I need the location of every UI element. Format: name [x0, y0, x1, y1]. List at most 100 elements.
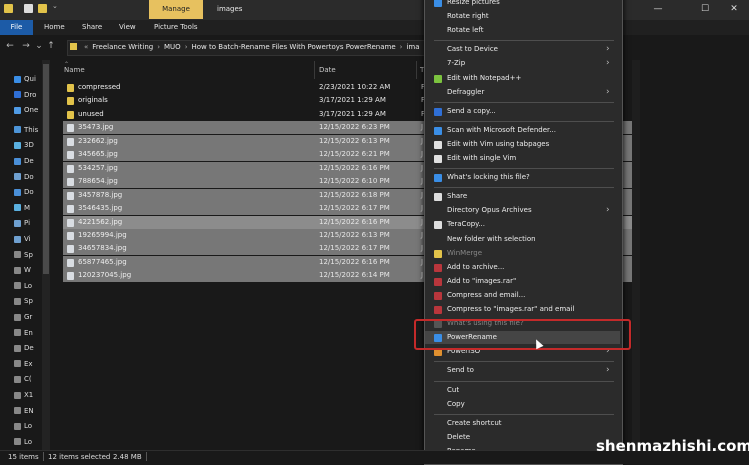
menu-item-send-to[interactable]: Send to › — [425, 364, 620, 377]
nav-item-label: Pi — [24, 219, 31, 228]
nav-item[interactable]: Do — [14, 172, 34, 182]
menu-item-label: Compress and email... — [447, 290, 526, 299]
menu-item-cut[interactable]: Cut — [425, 384, 620, 397]
column-divider[interactable] — [314, 61, 315, 79]
nav-scrollbar-thumb[interactable] — [43, 64, 49, 274]
file-type: J — [421, 163, 424, 172]
menu-item-label: Rotate right — [447, 12, 489, 21]
new-folder-icon[interactable] — [38, 4, 47, 13]
menu-item-resize-pictures[interactable]: Resize pictures — [425, 0, 620, 9]
nav-item[interactable]: X1 — [14, 390, 33, 400]
folder-icon — [70, 43, 77, 50]
menu-item-directory-opus-archives[interactable]: Directory Opus Archives › — [425, 204, 620, 217]
minimize-button[interactable]: — — [640, 0, 676, 19]
nav-item[interactable]: EN — [14, 406, 34, 416]
nav-item[interactable]: Sp — [14, 250, 33, 260]
tab-picture-tools[interactable]: Picture Tools — [154, 20, 198, 35]
menu-item-send-a-copy[interactable]: Send a copy... — [425, 105, 620, 118]
nav-item[interactable]: Vi — [14, 234, 31, 244]
file-date: 3/17/2021 1:29 AM — [319, 96, 386, 105]
tab-share[interactable]: Share — [82, 20, 102, 35]
nav-item[interactable]: Qui — [14, 74, 36, 84]
menu-item-label: Delete — [447, 432, 470, 441]
tab-file[interactable]: File — [0, 20, 33, 35]
menu-item-delete[interactable]: Delete — [425, 431, 620, 444]
properties-icon[interactable] — [24, 4, 33, 13]
up-button[interactable]: ↑ — [45, 39, 57, 53]
menu-item-label: 7-Zip — [447, 59, 466, 68]
nav-item[interactable]: En — [14, 328, 33, 338]
nav-item[interactable]: De — [14, 343, 34, 353]
nav-item-icon — [14, 329, 21, 337]
menu-item-winmerge[interactable]: WinMerge — [425, 247, 620, 260]
menu-item-add-to-archive[interactable]: Add to archive... — [425, 261, 620, 274]
crumb[interactable]: MUO — [164, 43, 181, 51]
menu-separator — [434, 187, 614, 189]
nav-item[interactable]: Sp — [14, 296, 33, 306]
menu-item-add-to-images-rar[interactable]: Add to "images.rar" — [425, 275, 620, 288]
breadcrumb[interactable]: «Freelance Writing › MUO › How to Batch-Rena… — [80, 40, 420, 54]
column-divider[interactable] — [416, 61, 417, 79]
nav-item[interactable]: Lo — [14, 421, 32, 431]
crumb[interactable]: How to Batch-Rename Files With Powertoys… — [192, 43, 396, 51]
nav-item[interactable]: C( — [14, 374, 32, 384]
forward-button[interactable]: → — [20, 39, 32, 53]
menu-item-compress-and-email[interactable]: Compress and email... — [425, 289, 620, 302]
nav-item[interactable]: 3D — [14, 140, 34, 150]
nav-item-icon — [14, 313, 21, 321]
image-file-icon — [67, 191, 74, 200]
column-header-name[interactable]: Name — [64, 64, 85, 76]
menu-item-copy[interactable]: Copy — [425, 398, 620, 411]
menu-item-defraggler[interactable]: Defraggler › — [425, 86, 620, 99]
ribbon-tabs — [0, 20, 749, 35]
nav-item[interactable]: Lo — [14, 437, 32, 447]
column-header-date[interactable]: Date — [319, 64, 336, 76]
manage-tab[interactable]: Manage — [149, 0, 203, 19]
nav-item[interactable]: Do — [14, 187, 34, 197]
file-date: 12/15/2022 6:16 PM — [319, 163, 390, 172]
menu-item-new-folder-with-selection[interactable]: New folder with selection — [425, 233, 620, 246]
nav-item[interactable]: De — [14, 156, 34, 166]
nav-item[interactable]: One — [14, 105, 38, 115]
crumb[interactable]: Freelance Writing — [92, 43, 153, 51]
menu-item-create-shortcut[interactable]: Create shortcut — [425, 417, 620, 430]
nav-item-label: EN — [24, 406, 34, 415]
lock-icon — [434, 174, 442, 183]
back-button[interactable]: ← — [4, 39, 16, 53]
tab-home[interactable]: Home — [44, 20, 65, 35]
menu-item-edit-with-single-vim[interactable]: Edit with single Vim — [425, 152, 620, 165]
menu-item-share[interactable]: Share — [425, 190, 620, 203]
nav-item-icon — [14, 344, 21, 352]
nav-item-icon — [14, 282, 21, 290]
crumb[interactable]: ima — [406, 43, 419, 51]
nav-item[interactable]: Dro — [14, 90, 36, 100]
nav-item[interactable]: M — [14, 203, 30, 213]
menu-item-rotate-left[interactable]: Rotate left — [425, 24, 620, 37]
menu-item-cast-to-device[interactable]: Cast to Device › — [425, 43, 620, 56]
nav-item[interactable]: Ex — [14, 359, 33, 369]
menu-item-rotate-right[interactable]: Rotate right — [425, 10, 620, 23]
teracopy-icon — [434, 221, 442, 230]
file-date: 12/15/2022 6:13 PM — [319, 230, 390, 239]
menu-item-compress-to-images-rar-and-email[interactable]: Compress to "images.rar" and email — [425, 303, 620, 316]
menu-item-teracopy[interactable]: TeraCopy... — [425, 218, 620, 231]
menu-item-7-zip[interactable]: 7-Zip › — [425, 57, 620, 70]
file-date: 12/15/2022 6:13 PM — [319, 136, 390, 145]
nav-item[interactable]: W — [14, 265, 31, 275]
file-type: J — [421, 136, 424, 145]
menu-item-scan-with-microsoft-defender[interactable]: Scan with Microsoft Defender... — [425, 124, 620, 137]
nav-item[interactable]: Gr — [14, 312, 32, 322]
close-button[interactable]: ✕ — [716, 0, 749, 19]
file-list-scrollbar[interactable] — [632, 60, 640, 450]
file-date: 12/15/2022 6:16 PM — [319, 257, 390, 266]
menu-item-what-s-locking-this-file[interactable]: What's locking this file? — [425, 171, 620, 184]
menu-item-edit-with-vim-using-tabpages[interactable]: Edit with Vim using tabpages — [425, 138, 620, 151]
tab-view[interactable]: View — [119, 20, 136, 35]
quick-access-dropdown-icon[interactable]: ⌄ — [52, 2, 58, 10]
menu-item-edit-with-notepad[interactable]: Edit with Notepad++ — [425, 72, 620, 85]
recent-locations-button[interactable]: ⌄ — [33, 39, 45, 53]
menu-item-label: Add to archive... — [447, 262, 505, 271]
nav-item[interactable]: This — [14, 125, 38, 135]
nav-item[interactable]: Lo — [14, 281, 32, 291]
nav-item[interactable]: Pi — [14, 218, 30, 228]
